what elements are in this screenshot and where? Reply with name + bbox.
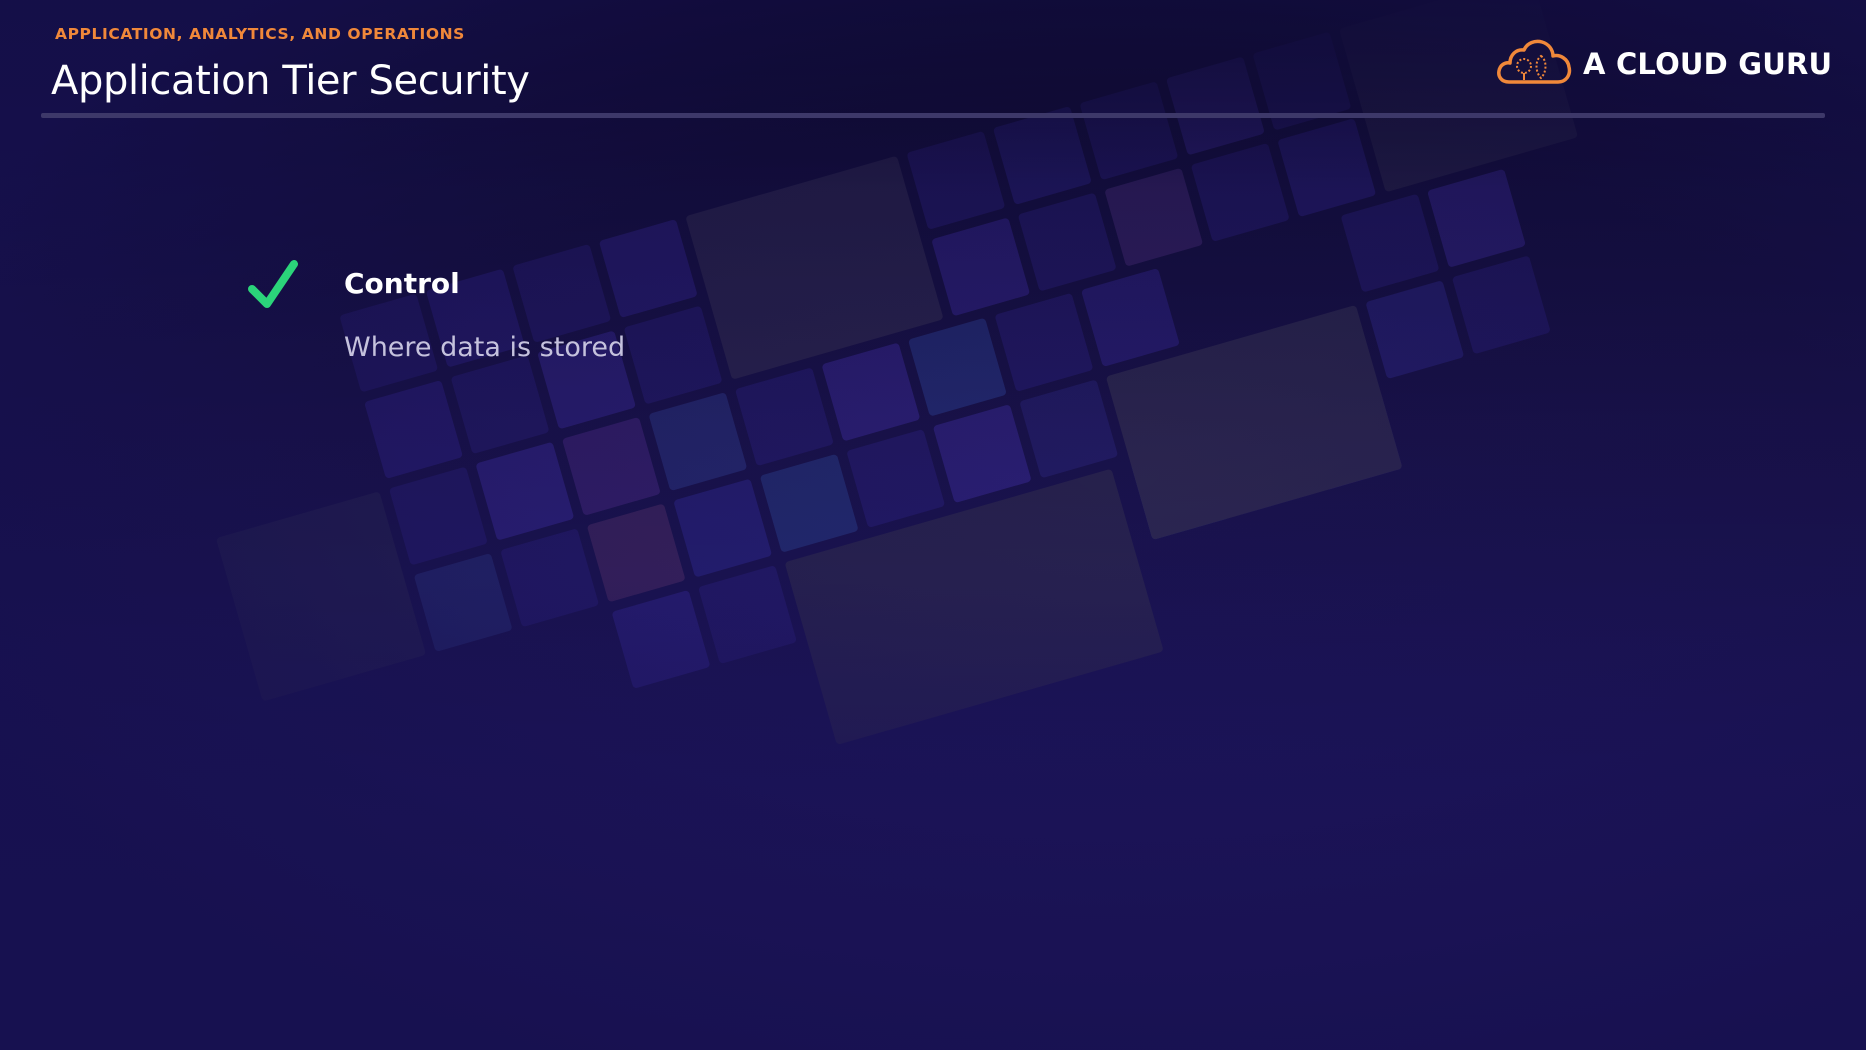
brand-name: A CLOUD GURU (1583, 47, 1833, 81)
slide-canvas: APPLICATION, ANALYTICS, AND OPERATIONS A… (0, 0, 1866, 1050)
brand-lockup: A CLOUD GURU (1495, 36, 1832, 92)
checkmark-icon (248, 260, 298, 308)
cloud-logo-icon (1497, 39, 1572, 84)
bullet-heading: Control (344, 267, 460, 300)
bullet-detail: Where data is stored (344, 332, 626, 363)
section-label: APPLICATION, ANALYTICS, AND OPERATIONS (55, 25, 465, 43)
background-vignette (0, 0, 1866, 1050)
title-divider (41, 113, 1825, 118)
slide-title: Application Tier Security (51, 58, 530, 104)
